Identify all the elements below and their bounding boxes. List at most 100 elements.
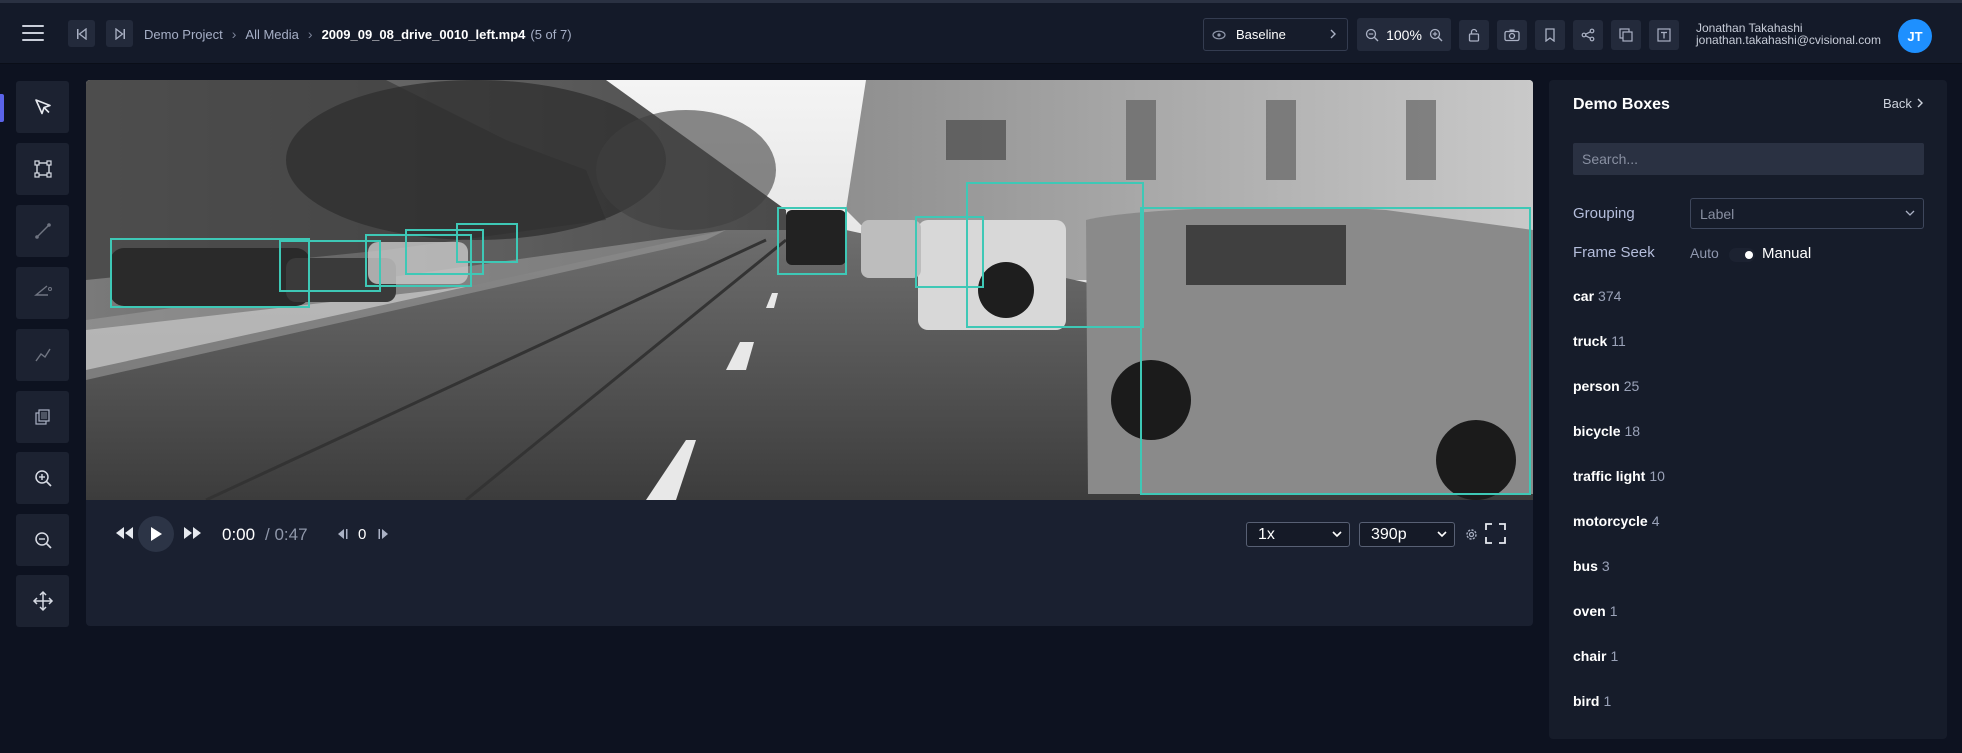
label-count: 1 [1609, 603, 1618, 619]
copy-tool-button[interactable] [16, 391, 69, 443]
label-item-truck[interactable]: truck 11 [1573, 333, 1626, 349]
label-item-motorcycle[interactable]: motorcycle 4 [1573, 513, 1660, 529]
label-name: person [1573, 378, 1620, 394]
share-icon [1581, 28, 1595, 42]
fullscreen-icon[interactable] [1485, 523, 1506, 544]
label-item-bird[interactable]: bird 1 [1573, 693, 1611, 709]
move-icon [32, 590, 53, 612]
zoom-out-icon[interactable] [1365, 28, 1379, 42]
breadcrumb-media[interactable]: All Media [245, 27, 298, 42]
bookmark-icon [1545, 28, 1555, 42]
baseline-selector[interactable]: Baseline [1203, 18, 1348, 51]
search-input[interactable] [1573, 143, 1924, 175]
select-tool-button[interactable] [16, 81, 69, 133]
label-name: truck [1573, 333, 1608, 349]
zoom-in-tool-button[interactable] [16, 452, 69, 504]
next-media-button[interactable] [106, 20, 133, 47]
angle-tool-button[interactable] [16, 267, 69, 319]
label-item-bicycle[interactable]: bicycle 18 [1573, 423, 1640, 439]
back-button[interactable]: Back [1883, 96, 1924, 111]
breadcrumb-project[interactable]: Demo Project [144, 27, 223, 42]
chevron-down-icon [1332, 531, 1342, 538]
label-item-person[interactable]: person 25 [1573, 378, 1639, 394]
zoom-control: 100% [1357, 18, 1451, 51]
label-item-oven[interactable]: oven 1 [1573, 603, 1617, 619]
user-info: Jonathan Takahashi jonathan.takahashi@cv… [1696, 22, 1881, 46]
bookmark-button[interactable] [1535, 20, 1565, 50]
layers-button[interactable] [1611, 20, 1641, 50]
play-button[interactable] [138, 516, 174, 552]
total-time: / 0:47 [265, 525, 308, 544]
chevron-right-icon: › [307, 26, 313, 42]
next-frame-icon[interactable] [377, 528, 390, 540]
rewind-icon[interactable] [115, 526, 134, 540]
label-count: 10 [1649, 468, 1665, 484]
zoom-out-tool-button[interactable] [16, 514, 69, 566]
pan-tool-button[interactable] [16, 575, 69, 627]
zoom-out-icon [34, 532, 52, 549]
skip-forward-icon [114, 27, 125, 40]
chevron-right-icon [1917, 98, 1923, 108]
lock-button[interactable] [1459, 20, 1489, 50]
chevron-right-icon: › [231, 26, 237, 42]
label-sidebar: Demo Boxes Back Grouping Label Frame See… [1549, 80, 1947, 739]
bounding-box[interactable] [966, 182, 1144, 328]
frame-seek-toggle[interactable] [1729, 248, 1755, 262]
frame-number[interactable]: 0 [358, 526, 366, 543]
label-count: 11 [1611, 333, 1626, 349]
label-name: bird [1573, 693, 1600, 709]
breadcrumb: Demo Project › All Media › 2009_09_08_dr… [144, 26, 572, 42]
grouping-value: Label [1700, 206, 1735, 222]
polyline-tool-button[interactable] [16, 329, 69, 381]
frame-seek-manual-option[interactable]: Manual [1762, 245, 1811, 262]
screenshot-button[interactable] [1497, 20, 1527, 50]
quality-value: 390p [1371, 526, 1407, 543]
text-box-icon [1657, 28, 1671, 42]
cursor-icon [34, 99, 51, 115]
label-name: traffic light [1573, 468, 1646, 484]
frame-seek-label: Frame Seek [1573, 244, 1655, 261]
menu-icon[interactable] [22, 25, 44, 43]
gear-icon[interactable] [1464, 527, 1479, 542]
text-button[interactable] [1649, 20, 1679, 50]
avatar[interactable]: JT [1898, 19, 1932, 53]
bounding-box-icon [33, 160, 52, 178]
player-controls: 0:00 / 0:47 0 1x 390p 200 400 600 800 10… [86, 500, 1533, 626]
layers-icon [1619, 28, 1633, 42]
frame-seek-auto-option[interactable]: Auto [1690, 245, 1719, 261]
box-tool-button[interactable] [16, 143, 69, 195]
zoom-level: 100% [1386, 26, 1422, 43]
quality-select[interactable]: 390p [1359, 522, 1455, 547]
copy-icon [34, 409, 50, 425]
label-item-bus[interactable]: bus 3 [1573, 558, 1610, 574]
label-item-car[interactable]: car 374 [1573, 288, 1621, 304]
playback-speed-value: 1x [1258, 526, 1275, 543]
share-button[interactable] [1573, 20, 1603, 50]
label-name: car [1573, 288, 1595, 304]
label-name: chair [1573, 648, 1607, 664]
sidebar-title: Demo Boxes [1573, 96, 1670, 113]
label-count: 4 [1651, 513, 1660, 529]
label-item-traffic-light[interactable]: traffic light 10 [1573, 468, 1665, 484]
fast-forward-icon[interactable] [183, 526, 202, 540]
back-label: Back [1883, 96, 1912, 111]
label-item-chair[interactable]: chair 1 [1573, 648, 1618, 664]
video-panel: 0:00 / 0:47 0 1x 390p 200 400 600 800 10… [86, 80, 1533, 626]
bounding-box[interactable] [777, 207, 847, 275]
playback-speed-select[interactable]: 1x [1246, 522, 1350, 547]
eye-icon [1212, 30, 1226, 39]
previous-media-button[interactable] [68, 20, 95, 47]
bounding-box[interactable] [1140, 207, 1531, 495]
zoom-in-icon[interactable] [1429, 28, 1443, 42]
camera-icon [1504, 29, 1520, 42]
line-tool-button[interactable] [16, 205, 69, 257]
bounding-box[interactable] [456, 223, 518, 263]
play-icon [151, 527, 162, 541]
previous-frame-icon[interactable] [336, 528, 349, 540]
grouping-select[interactable]: Label [1690, 198, 1924, 229]
label-name: bicycle [1573, 423, 1621, 439]
user-email: jonathan.takahashi@cvisional.com [1696, 33, 1881, 47]
chevron-right-icon [1330, 29, 1336, 39]
video-frame[interactable] [86, 80, 1533, 500]
label-count: 18 [1624, 423, 1641, 439]
